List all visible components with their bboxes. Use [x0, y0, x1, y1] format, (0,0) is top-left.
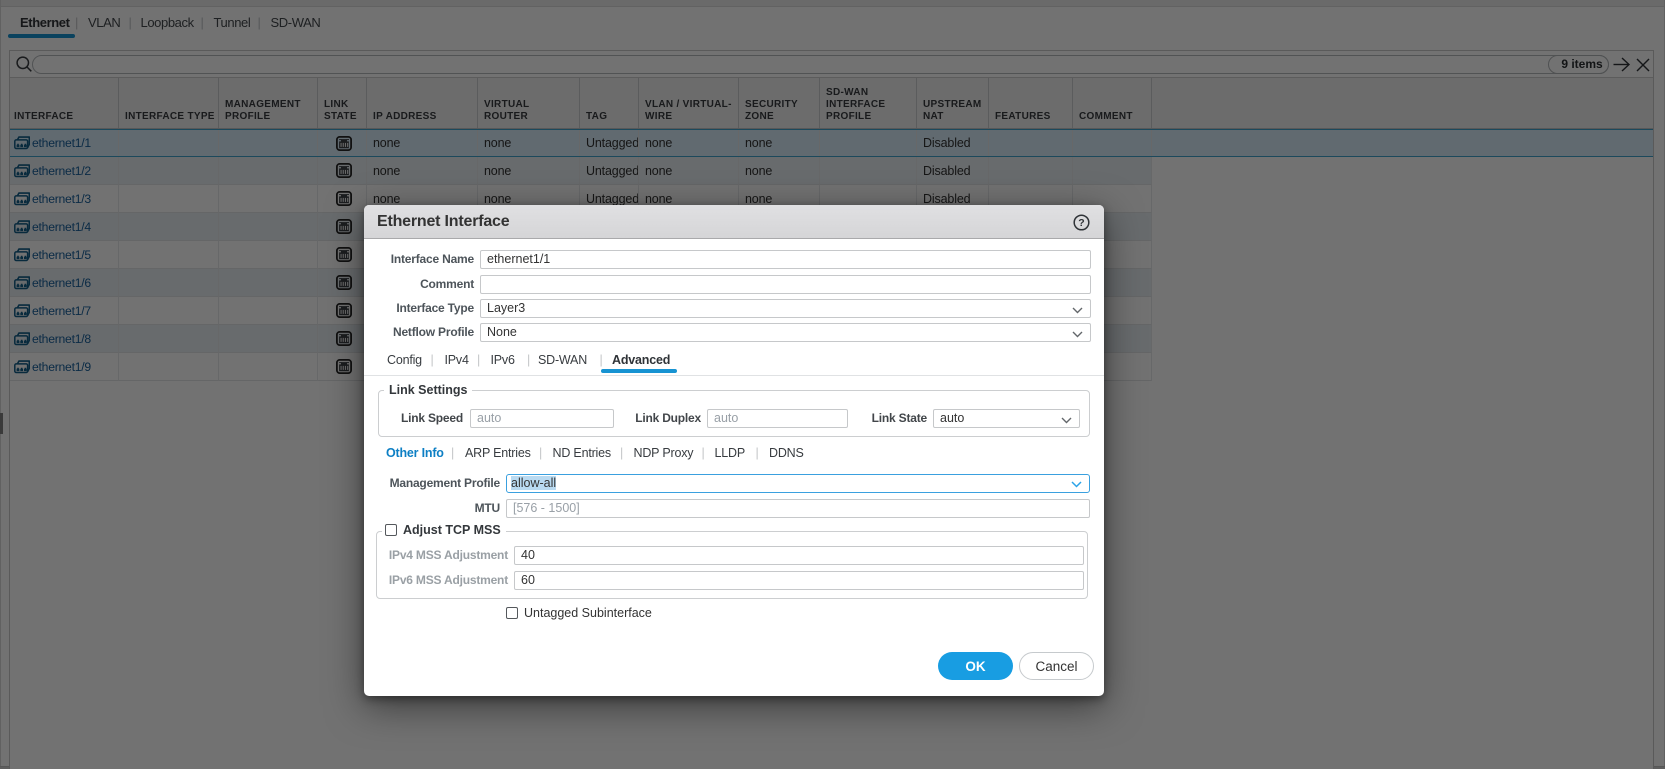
svg-text:?: ?	[1078, 217, 1084, 229]
